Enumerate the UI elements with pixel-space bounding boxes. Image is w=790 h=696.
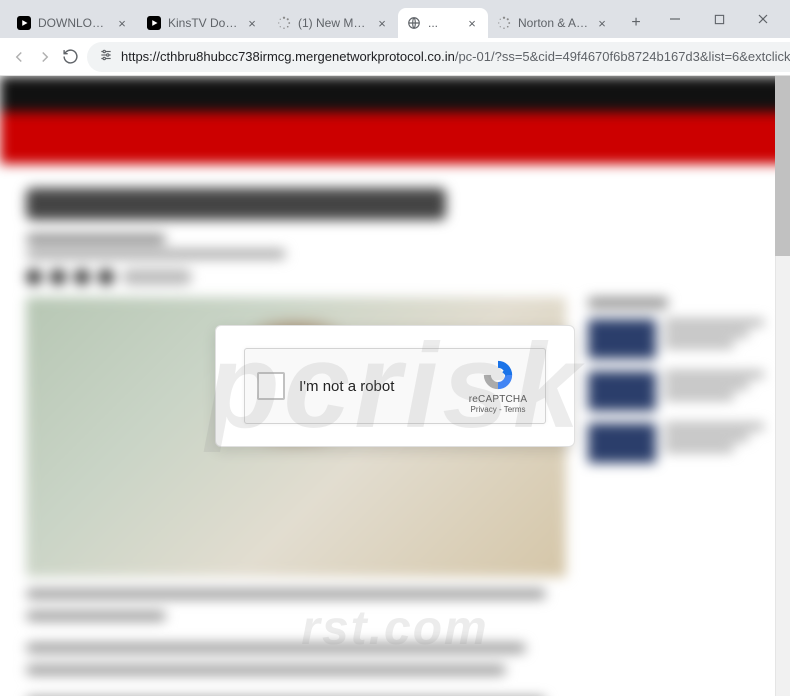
forward-button[interactable] [36, 43, 54, 71]
recaptcha-widget: I'm not a robot reCAPTCHA Privacy - Term… [244, 348, 546, 424]
tab-label: Norton & AntiVirus [518, 16, 590, 30]
browser-titlebar: DOWNLOAD: Red × KinsTV Download × (1) Ne… [0, 0, 790, 38]
tab-label: KinsTV Download [168, 16, 240, 30]
loading-spinner-icon [496, 15, 512, 31]
tab-active[interactable]: ... × [398, 8, 488, 38]
tab-label: (1) New Message! [298, 16, 370, 30]
back-button[interactable] [10, 43, 28, 71]
recaptcha-privacy-link[interactable]: Privacy [471, 405, 497, 414]
new-tab-button[interactable]: + [622, 9, 650, 37]
captcha-modal: I'm not a robot reCAPTCHA Privacy - Term… [215, 325, 575, 447]
scrollbar-thumb[interactable] [775, 76, 790, 256]
tab-new-message[interactable]: (1) New Message! × [268, 8, 398, 38]
tab-label: ... [428, 16, 460, 30]
url-path: /pc-01/?ss=5&cid=49f4670f6b8724b167d3&li… [455, 49, 790, 64]
close-icon[interactable]: × [594, 15, 610, 31]
reload-button[interactable] [62, 43, 79, 71]
scrollbar-track[interactable] [775, 76, 790, 696]
article-byline [26, 234, 166, 244]
recaptcha-terms-link[interactable]: Terms [504, 405, 526, 414]
share-row [26, 269, 764, 285]
close-icon[interactable]: × [114, 15, 130, 31]
site-nav-bar [0, 76, 790, 112]
tab-download-red[interactable]: DOWNLOAD: Red × [8, 8, 138, 38]
recaptcha-badge: reCAPTCHA Privacy - Terms [463, 358, 533, 414]
related-item [588, 371, 764, 411]
recaptcha-brand-text: reCAPTCHA [469, 394, 527, 405]
url-text: https://cthbru8hubcc738irmcg.mergenetwor… [121, 49, 790, 64]
viewport: One discovery shook the whole family [0, 76, 790, 696]
tab-kinstv[interactable]: KinsTV Download × [138, 8, 268, 38]
article-headline: One discovery shook the whole family [26, 188, 446, 220]
recaptcha-logo-icon [481, 358, 515, 392]
youtube-icon [16, 15, 32, 31]
tab-label: DOWNLOAD: Red [38, 16, 110, 30]
recaptcha-checkbox[interactable] [257, 372, 285, 400]
close-icon[interactable]: × [464, 15, 480, 31]
close-window-button[interactable] [748, 4, 778, 34]
sidebar-column [588, 297, 764, 577]
tab-strip: DOWNLOAD: Red × KinsTV Download × (1) Ne… [8, 0, 650, 38]
site-settings-icon[interactable] [99, 48, 113, 65]
recaptcha-label: I'm not a robot [299, 378, 463, 395]
address-bar[interactable]: https://cthbru8hubcc738irmcg.mergenetwor… [87, 42, 790, 72]
related-item [588, 319, 764, 359]
captcha-container: I'm not a robot reCAPTCHA Privacy - Term… [215, 325, 575, 447]
url-host: https://cthbru8hubcc738irmcg.mergenetwor… [121, 49, 455, 64]
article-dateline [26, 249, 286, 259]
alert-banner [0, 112, 790, 164]
youtube-icon [146, 15, 162, 31]
browser-toolbar: https://cthbru8hubcc738irmcg.mergenetwor… [0, 38, 790, 76]
globe-icon [406, 15, 422, 31]
maximize-button[interactable] [704, 4, 734, 34]
minimize-button[interactable] [660, 4, 690, 34]
recaptcha-links: Privacy - Terms [471, 405, 526, 414]
window-controls [650, 0, 788, 38]
close-icon[interactable]: × [374, 15, 390, 31]
related-item [588, 423, 764, 463]
close-icon[interactable]: × [244, 15, 260, 31]
loading-spinner-icon [276, 15, 292, 31]
tab-norton[interactable]: Norton & AntiVirus × [488, 8, 618, 38]
